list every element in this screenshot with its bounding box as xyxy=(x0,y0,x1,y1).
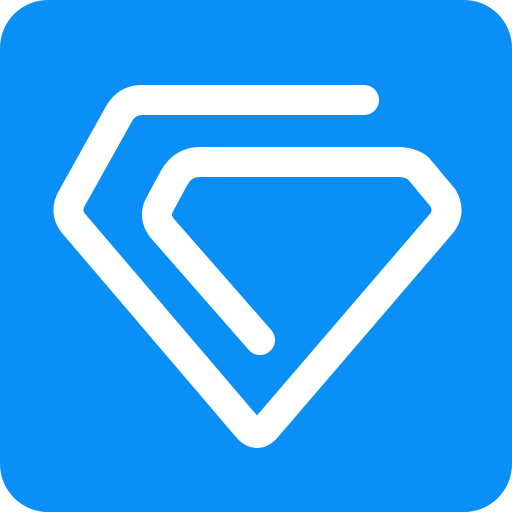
diamond-logo-icon xyxy=(0,0,512,512)
app-icon[interactable] xyxy=(0,0,512,512)
